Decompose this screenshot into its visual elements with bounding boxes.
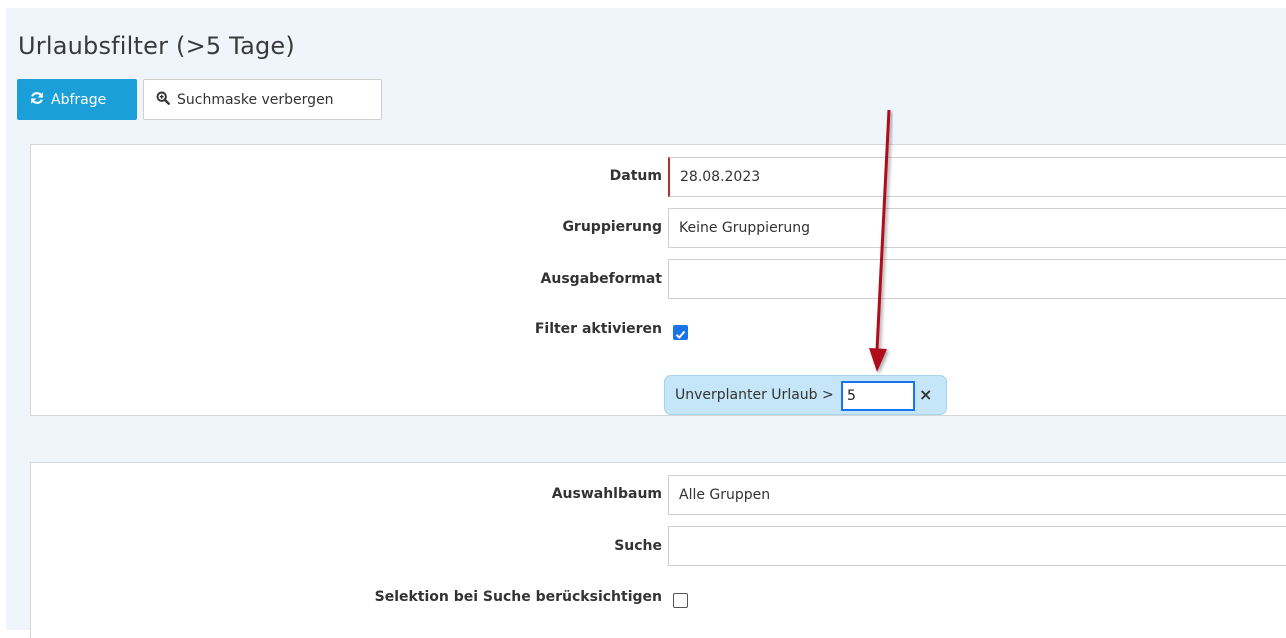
ausgabeformat-select[interactable] — [668, 259, 1286, 299]
selektion-label: Selektion bei Suche berücksichtigen — [374, 589, 662, 605]
filter-value-input[interactable]: 5 — [841, 381, 915, 411]
refresh-icon — [30, 91, 44, 109]
gruppierung-value: Keine Gruppierung — [679, 220, 811, 236]
page-background: Urlaubsfilter (>5 Tage) Abfrage Suchmask… — [6, 8, 1286, 638]
auswahlbaum-select[interactable]: Alle Gruppen — [668, 475, 1286, 515]
selektion-checkbox[interactable] — [673, 593, 688, 608]
query-button-label: Abfrage — [51, 91, 107, 108]
selection-panel: Auswahlbaum Alle Gruppen Suche Selektion… — [30, 462, 1286, 638]
auswahlbaum-value: Alle Gruppen — [679, 487, 771, 503]
remove-filter-icon[interactable]: × — [919, 385, 932, 404]
query-options-panel: Datum 28.08.2023 Gruppierung Keine Grupp… — [30, 144, 1286, 416]
auswahlbaum-label: Auswahlbaum — [551, 486, 662, 502]
filter-label: Filter aktivieren — [534, 321, 662, 337]
filter-checkbox[interactable] — [673, 325, 688, 340]
toggle-search-mask-label: Suchmaske verbergen — [177, 91, 334, 108]
filter-chip: Unverplanter Urlaub > 5 × — [664, 375, 947, 415]
suche-input[interactable] — [668, 526, 1286, 566]
filter-chip-label: Unverplanter Urlaub > — [675, 387, 834, 403]
ausgabeformat-label: Ausgabeformat — [540, 271, 662, 287]
suche-label: Suche — [614, 538, 662, 554]
zoom-icon — [156, 91, 170, 109]
gruppierung-select[interactable]: Keine Gruppierung — [668, 208, 1286, 248]
toggle-search-mask-button[interactable]: Suchmaske verbergen — [143, 79, 382, 120]
query-button[interactable]: Abfrage — [17, 79, 137, 120]
filter-value: 5 — [847, 388, 856, 404]
gruppierung-label: Gruppierung — [562, 219, 662, 235]
checkmark-icon — [675, 330, 686, 339]
datum-value: 28.08.2023 — [680, 169, 761, 185]
datum-input[interactable]: 28.08.2023 — [668, 157, 1286, 197]
page-title: Urlaubsfilter (>5 Tage) — [18, 32, 295, 60]
datum-label: Datum — [609, 168, 662, 184]
